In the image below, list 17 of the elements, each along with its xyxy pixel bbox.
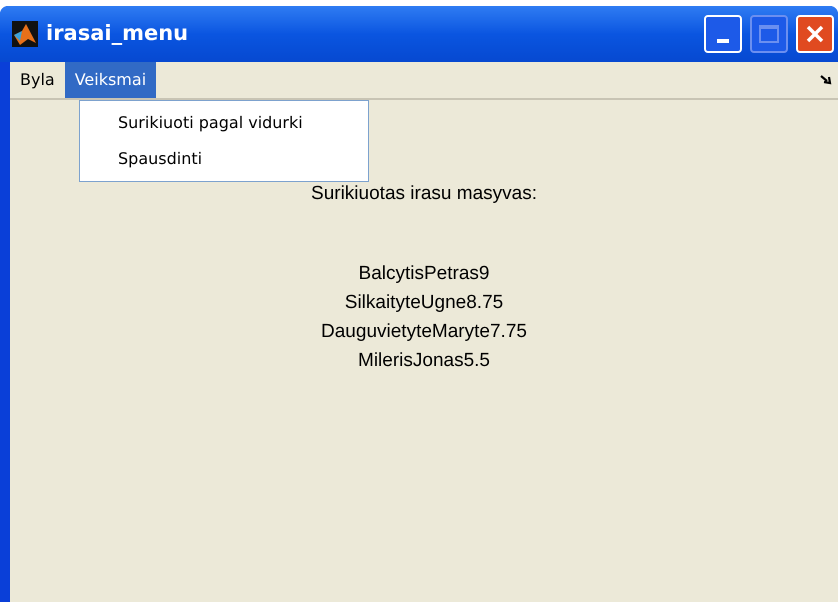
dropdown-item[interactable]: Surikiuoti pagal vidurki bbox=[80, 105, 368, 141]
record-text: BalcytisPetras9 bbox=[358, 262, 490, 286]
dropdown-item[interactable]: Spausdinti bbox=[80, 141, 368, 177]
minimize-button[interactable] bbox=[704, 15, 742, 53]
window-title: irasai_menu bbox=[46, 20, 188, 48]
dock-arrow-icon bbox=[820, 75, 832, 85]
record-text: DauguvietyteMaryte7.75 bbox=[321, 320, 527, 344]
record-text: SilkaityteUgne8.75 bbox=[344, 290, 504, 314]
menu-item[interactable]: Veiksmai bbox=[64, 62, 156, 98]
heading-text: Surikiuotas irasu masyvas: bbox=[311, 182, 537, 206]
maximize-icon bbox=[759, 25, 779, 43]
record-text: MilerisJonas5.5 bbox=[358, 348, 490, 372]
close-button[interactable] bbox=[796, 15, 834, 53]
close-icon bbox=[805, 24, 825, 44]
menu-item[interactable]: Byla bbox=[10, 62, 65, 98]
minimize-icon bbox=[717, 39, 729, 43]
app-logo-icon bbox=[12, 21, 38, 47]
